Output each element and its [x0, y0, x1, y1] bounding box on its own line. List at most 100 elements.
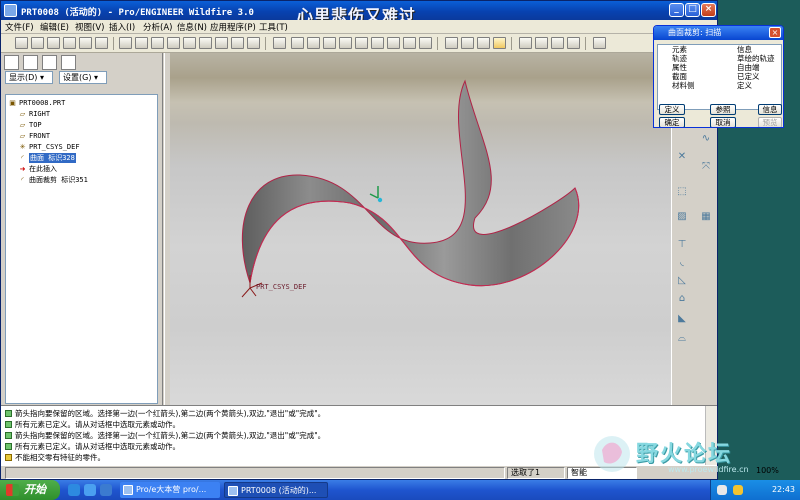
wireframe-icon[interactable]	[445, 37, 458, 49]
cancel-button[interactable]: 取消	[710, 117, 736, 127]
tree-item-csys[interactable]: ✳ PRT_CSYS_DEF	[18, 142, 80, 152]
tree-item-top[interactable]: ▱ TOP	[18, 120, 42, 130]
zoom-in-icon[interactable]	[323, 37, 336, 49]
reorient-icon[interactable]	[371, 37, 384, 49]
model-view[interactable]: PRT_CSYS_DEF	[170, 53, 671, 405]
menu-info[interactable]: 信息(N)	[177, 21, 207, 33]
menu-tools[interactable]: 工具(T)	[259, 21, 288, 33]
hidden-line-icon[interactable]	[461, 37, 474, 49]
favorites-tab-icon[interactable]	[42, 55, 57, 70]
mirror-tool-icon[interactable]: ▨	[676, 211, 688, 222]
app-icon	[4, 4, 17, 17]
undo-icon[interactable]	[119, 37, 132, 49]
find-icon[interactable]	[231, 37, 244, 49]
element-name[interactable]: 轨迹	[672, 55, 687, 63]
start-button[interactable]: 开始	[0, 480, 60, 500]
cut-icon[interactable]	[151, 37, 164, 49]
paste-icon[interactable]	[183, 37, 196, 49]
preview-button[interactable]: 预览	[758, 117, 782, 127]
new-icon[interactable]	[15, 37, 28, 49]
menu-file[interactable]: 文件(F)	[5, 21, 34, 33]
datum-point-tool-icon[interactable]: ✕	[676, 151, 688, 162]
tree-item-right[interactable]: ▱ RIGHT	[18, 109, 50, 119]
window-title: PRT0008 (活动的) - Pro/ENGINEER Wildfire 3.…	[21, 8, 254, 18]
help-icon[interactable]	[593, 37, 606, 49]
paste-special-icon[interactable]	[199, 37, 212, 49]
spin-center-icon[interactable]	[291, 37, 304, 49]
model-tree-tab-icon[interactable]	[4, 55, 19, 70]
zoom-out-icon[interactable]	[339, 37, 352, 49]
element-name[interactable]: 属性	[672, 64, 687, 72]
maximize-button[interactable]: □	[685, 3, 700, 17]
ok-button[interactable]: 确定	[659, 117, 685, 127]
surface-trim-dialog: 曲面裁剪: 扫描 × 元素 信息 轨迹 草绘的轨迹 属性 自由端 截面 已定义 …	[653, 25, 784, 128]
task-browser[interactable]: Pro/e大本营 pro/...	[120, 482, 220, 498]
open-icon[interactable]	[31, 37, 44, 49]
model-tree: ▣ PRT0008.PRT ▱ RIGHT ▱ TOP ▱ FRONT ✳ PRT_CSY…	[5, 94, 158, 404]
tree-item-surface-trim[interactable]: ◜ 曲面裁剪 标识351	[18, 175, 88, 185]
element-name[interactable]: 材料侧	[672, 82, 695, 90]
history-tab-icon[interactable]	[61, 55, 76, 70]
ie-icon[interactable]	[68, 484, 80, 496]
shading-icon[interactable]	[493, 37, 506, 49]
display-dropdown[interactable]: 显示(D) ▾	[5, 71, 53, 84]
folder-browser-tab-icon[interactable]	[23, 55, 38, 70]
tree-item-insert-here[interactable]: ➜ 在此插入	[18, 164, 57, 174]
repaint-icon[interactable]	[273, 37, 286, 49]
chamfer-tool-icon[interactable]: ◺	[676, 275, 688, 286]
tree-item-surface[interactable]: ◜ 曲面 标识328	[18, 153, 76, 163]
menu-insert[interactable]: 插入(I)	[109, 21, 135, 33]
shell-tool-icon[interactable]: ⌓	[676, 333, 688, 344]
media-icon[interactable]	[100, 484, 112, 496]
regenerate-icon[interactable]	[215, 37, 228, 49]
no-hidden-icon[interactable]	[477, 37, 490, 49]
saved-views-icon[interactable]	[387, 37, 400, 49]
dialog-close-button[interactable]: ×	[769, 27, 781, 38]
tree-item-front[interactable]: ▱ FRONT	[18, 131, 50, 141]
volume-icon[interactable]	[733, 485, 743, 495]
menu-view[interactable]: 视图(V)	[75, 21, 104, 33]
menu-applications[interactable]: 应用程序(P)	[210, 21, 256, 33]
settings-dropdown[interactable]: 设置(G) ▾	[59, 71, 107, 84]
element-name[interactable]: 截面	[672, 73, 687, 81]
menu-edit[interactable]: 编辑(E)	[40, 21, 69, 33]
info-button[interactable]: 信息	[758, 104, 782, 115]
email-icon[interactable]	[79, 37, 92, 49]
refs-button[interactable]: 参照	[710, 104, 736, 115]
show-desktop-icon[interactable]	[84, 484, 96, 496]
rib-tool-icon[interactable]: ⌂	[676, 293, 688, 304]
task-proe[interactable]: PRT0008 (活动的)...	[224, 482, 328, 498]
datum-point-display-icon[interactable]	[551, 37, 564, 49]
tree-root[interactable]: ▣ PRT0008.PRT	[8, 98, 65, 108]
datum-curve-tool-icon[interactable]: ∿	[700, 133, 712, 144]
datum-axis-display-icon[interactable]	[535, 37, 548, 49]
element-info: 草绘的轨迹	[737, 54, 775, 63]
minimize-button[interactable]: _	[669, 3, 684, 17]
select-box-icon[interactable]	[247, 37, 260, 49]
copy-icon[interactable]	[167, 37, 180, 49]
send-icon[interactable]	[95, 37, 108, 49]
draft-tool-icon[interactable]: ◣	[676, 313, 688, 324]
csys-display-icon[interactable]	[567, 37, 580, 49]
menu-analysis[interactable]: 分析(A)	[143, 21, 172, 33]
datum-plane-display-icon[interactable]	[519, 37, 532, 49]
refit-icon[interactable]	[355, 37, 368, 49]
close-button[interactable]: ×	[701, 3, 716, 17]
hole-tool-icon[interactable]: ⊤	[676, 239, 688, 250]
task-label: Pro/e大本营 pro/...	[136, 485, 207, 494]
network-icon[interactable]	[717, 485, 727, 495]
pattern-tool-icon[interactable]: ▦	[700, 211, 712, 222]
sketch-tool-icon[interactable]: ⬚	[676, 186, 688, 197]
redo-icon[interactable]	[135, 37, 148, 49]
csys-tool-icon[interactable]: ⤧	[700, 161, 712, 172]
element-list: 元素 信息 轨迹 草绘的轨迹 属性 自由端 截面 已定义 材料侧 定义	[657, 44, 782, 110]
view-manager-icon[interactable]	[419, 37, 432, 49]
graphics-area[interactable]: PRT_CSYS_DEF	[170, 53, 671, 405]
orient-icon[interactable]	[307, 37, 320, 49]
save-icon[interactable]	[47, 37, 60, 49]
print-icon[interactable]	[63, 37, 76, 49]
define-button[interactable]: 定义	[659, 104, 685, 115]
layers-icon[interactable]	[403, 37, 416, 49]
message-line: 所有元素已定义。请从对话框中选取元素或动作。	[5, 420, 180, 429]
round-tool-icon[interactable]: ◟	[676, 257, 688, 268]
